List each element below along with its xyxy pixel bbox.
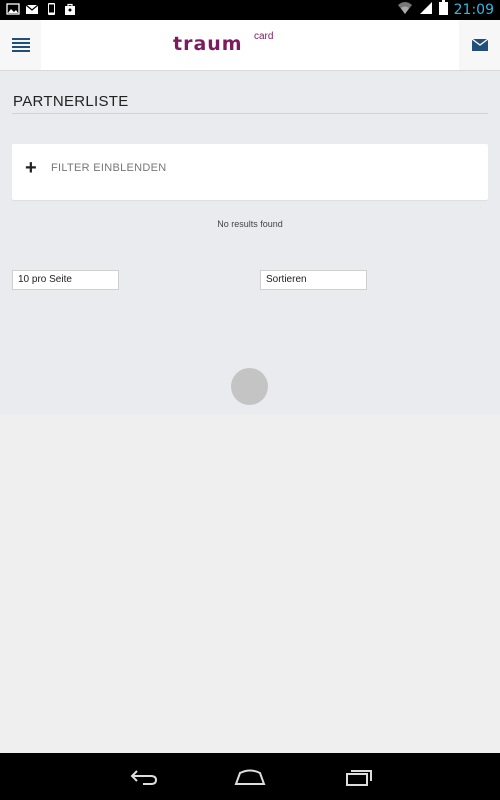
menu-button[interactable] [0,20,41,70]
home-icon [234,769,266,785]
blank-area [0,414,500,753]
shop-bag-icon [63,2,77,16]
clock: 21:09 [453,2,494,18]
wifi-icon [397,1,413,20]
hamburger-icon [11,38,30,52]
per-page-select[interactable]: 10 pro Seite [12,270,119,290]
sort-select[interactable]: Sortieren [260,270,367,290]
image-icon [6,2,20,16]
app-header: traum card [0,20,500,71]
back-button[interactable] [126,765,162,789]
notification-icons [6,2,77,16]
plus-icon: + [25,157,37,179]
envelope-icon [471,39,488,51]
filter-toggle-card[interactable]: + FILTER EINBLENDEN [12,144,488,200]
home-button[interactable] [232,765,268,789]
system-icons: 21:09 [397,0,494,20]
traumcard-logo: traum card [173,31,273,59]
loading-spinner [231,368,268,405]
status-bar: 21:09 [0,0,500,20]
recent-apps-button[interactable] [340,765,376,789]
back-arrow-icon [130,770,158,785]
partner-list-content: PARTNERLISTE + FILTER EINBLENDEN No resu… [0,71,500,414]
recent-apps-icon [346,770,372,786]
title-divider [12,113,488,114]
messages-button[interactable] [459,20,500,70]
page-title: PARTNERLISTE [13,93,129,110]
logo-text: traum [173,33,243,55]
battery-icon [438,0,448,20]
logo-subtext: card [254,31,274,42]
filter-toggle-label: FILTER EINBLENDEN [51,162,167,174]
navigation-bar [0,753,500,800]
no-results-message: No results found [217,219,283,229]
signal-icon [419,1,433,20]
mail-icon [25,2,39,16]
phone-icon [44,2,58,16]
